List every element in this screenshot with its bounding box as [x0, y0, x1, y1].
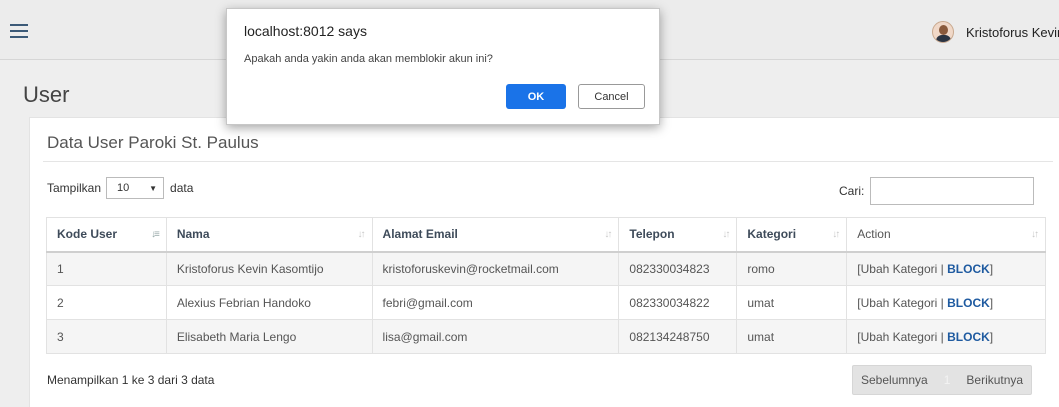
cell-kategori: umat	[736, 319, 848, 354]
dialog-message: Apakah anda yakin anda akan memblokir ak…	[244, 53, 493, 65]
page-length-control: Tampilkan 10 ▼ data	[47, 177, 193, 199]
cell-kategori: umat	[736, 285, 848, 320]
user-menu[interactable]: Kristoforus Kevin	[932, 18, 1059, 46]
pagination: Sebelumnya 1 Berikutnya	[852, 365, 1033, 395]
sort-icon: ↓↑	[832, 229, 840, 240]
confirm-dialog: localhost:8012 says Apakah anda yakin an…	[226, 8, 660, 125]
bracket-close: ]	[989, 295, 994, 310]
cell-email: febri@gmail.com	[371, 285, 620, 320]
previous-page-button[interactable]: Sebelumnya	[853, 373, 936, 387]
cell-kode: 2	[46, 285, 167, 320]
sort-icon: ↓↑	[1031, 229, 1039, 240]
table-row: 1 Kristoforus Kevin Kasomtijo kristoforu…	[46, 251, 1046, 286]
user-data-panel: Data User Paroki St. Paulus Tampilkan 10…	[29, 117, 1059, 407]
column-label: Kategori	[747, 227, 797, 242]
divider	[43, 161, 1053, 162]
dialog-title: localhost:8012 says	[244, 23, 367, 39]
cell-telepon: 082330034823	[618, 251, 738, 286]
ok-button[interactable]: OK	[506, 84, 566, 109]
cell-action: [Ubah Kategori | BLOCK]	[846, 285, 1046, 320]
sort-icon: ↓↑	[357, 229, 366, 240]
search-label: Cari:	[839, 184, 865, 198]
cell-email: kristoforuskevin@rocketmail.com	[371, 251, 620, 286]
cell-nama: Alexius Febrian Handoko	[165, 285, 373, 320]
cell-kode: 1	[46, 251, 167, 286]
ubah-kategori-link[interactable]: [Ubah Kategori |	[857, 262, 947, 276]
column-label: Telepon	[629, 227, 675, 242]
cell-kode: 3	[46, 319, 167, 354]
next-page-button[interactable]: Berikutnya	[958, 373, 1031, 387]
column-header-kategori[interactable]: Kategori ↓↑	[736, 217, 848, 253]
table-row: 2 Alexius Febrian Handoko febri@gmail.co…	[46, 285, 1046, 320]
sort-icon: ↓↑	[722, 229, 730, 240]
table-row: 3 Elisabeth Maria Lengo lisa@gmail.com 0…	[46, 319, 1046, 354]
length-suffix-label: data	[170, 181, 194, 195]
cell-nama: Kristoforus Kevin Kasomtijo	[165, 251, 373, 286]
ubah-kategori-link[interactable]: [Ubah Kategori |	[857, 330, 947, 344]
user-table: Kode User ↓≡ Nama ↓↑ Alamat Email ↓↑ Telepo…	[46, 217, 1046, 354]
length-prefix-label: Tampilkan	[47, 181, 102, 195]
page-1-button[interactable]: 1	[936, 373, 959, 387]
column-label: Kode User	[57, 227, 118, 242]
page-length-select[interactable]: 10 ▼	[106, 177, 165, 199]
user-name[interactable]: Kristoforus Kevin	[966, 25, 1059, 40]
sort-asc-icon: ↓≡	[150, 229, 160, 240]
column-label: Alamat Email	[382, 227, 458, 242]
cell-nama: Elisabeth Maria Lengo	[165, 319, 373, 354]
sort-icon: ↓↑	[604, 229, 612, 240]
chevron-down-icon: ▼	[149, 183, 158, 193]
avatar[interactable]	[932, 21, 954, 43]
hamburger-icon[interactable]	[10, 24, 28, 38]
ubah-kategori-link[interactable]: [Ubah Kategori |	[857, 296, 947, 310]
bracket-close: ]	[989, 329, 994, 344]
cell-telepon: 082134248750	[618, 319, 738, 354]
table-header-row: Kode User ↓≡ Nama ↓↑ Alamat Email ↓↑ Telepo…	[46, 217, 1046, 253]
column-header-telepon[interactable]: Telepon ↓↑	[618, 217, 738, 253]
column-label: Action	[857, 227, 891, 242]
block-link[interactable]: BLOCK	[947, 262, 990, 276]
search-control: Cari:	[839, 177, 1035, 205]
column-header-kode-user[interactable]: Kode User ↓≡	[46, 217, 167, 253]
column-header-nama[interactable]: Nama ↓↑	[165, 217, 373, 253]
cell-kategori: romo	[736, 251, 848, 286]
page-title: User	[23, 82, 70, 107]
page-length-value: 10	[117, 182, 130, 194]
block-link[interactable]: BLOCK	[947, 330, 990, 344]
bracket-close: ]	[989, 261, 994, 276]
cell-action: [Ubah Kategori | BLOCK]	[846, 319, 1046, 354]
cell-telepon: 082330034822	[618, 285, 738, 320]
table-info: Menampilkan 1 ke 3 dari 3 data	[47, 373, 215, 387]
cell-action: [Ubah Kategori | BLOCK]	[846, 251, 1046, 286]
column-header-alamat-email[interactable]: Alamat Email ↓↑	[371, 217, 620, 253]
panel-title: Data User Paroki St. Paulus	[47, 133, 259, 152]
search-input[interactable]	[870, 177, 1035, 205]
cell-email: lisa@gmail.com	[371, 319, 620, 354]
column-label: Nama	[176, 227, 210, 242]
cancel-button[interactable]: Cancel	[578, 84, 645, 109]
block-link[interactable]: BLOCK	[947, 296, 990, 310]
column-header-action[interactable]: Action ↓↑	[846, 217, 1046, 253]
